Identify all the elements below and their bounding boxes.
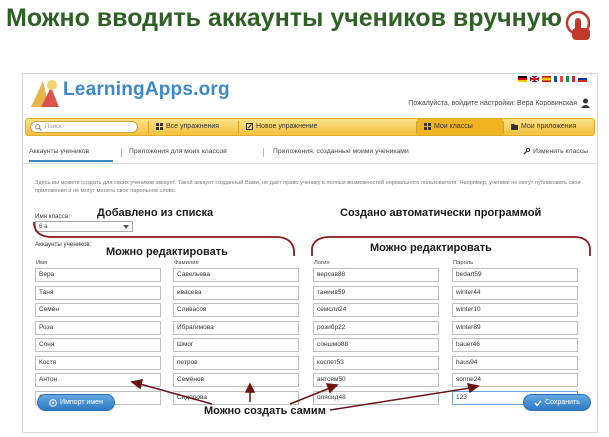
- grid-icon: [156, 123, 163, 130]
- touch-icon: [565, 10, 591, 40]
- search-icon: [35, 124, 42, 131]
- class-tabs: Аккаунты учеников Приложения для моих кл…: [25, 146, 595, 162]
- flag-icon[interactable]: [530, 76, 539, 82]
- slide-title: Можно вводить аккаунты учеников вручную: [6, 4, 562, 32]
- last-name-field[interactable]: Савельева: [173, 268, 299, 282]
- annotation-editable-left: Можно редактировать: [106, 246, 228, 258]
- last-name-field[interactable]: Семёнов: [173, 373, 299, 387]
- flag-icon[interactable]: [542, 76, 551, 82]
- first-name-field[interactable]: Антон: [35, 373, 161, 387]
- grid-icon: [424, 123, 431, 130]
- password-field[interactable]: bedart59: [452, 268, 578, 282]
- nav-my-apps-label: Мои приложения: [521, 123, 577, 130]
- annotation-auto-created: Создано автоматически программой: [340, 207, 542, 219]
- first-name-field[interactable]: Таня: [35, 285, 161, 300]
- logo-text[interactable]: LearningApps.org: [63, 79, 230, 101]
- column-header-last-name: Фамилия: [174, 260, 199, 266]
- last-name-field[interactable]: Сливасов: [173, 303, 299, 317]
- user-status[interactable]: Пожалуйста, войдите настройки: Вера Коро…: [408, 100, 577, 107]
- flag-icon[interactable]: [566, 76, 575, 82]
- login-field[interactable]: соншмо88: [313, 338, 439, 352]
- column-header-login: Логин: [314, 260, 330, 266]
- password-field[interactable]: bauer46: [452, 338, 578, 352]
- login-field[interactable]: антсем50: [313, 373, 439, 387]
- tab-apps-by-students[interactable]: Приложения, созданные моими учениками: [273, 148, 409, 155]
- import-names-label: Импорт имен: [60, 399, 103, 406]
- save-button[interactable]: Сохранить: [523, 394, 591, 411]
- annotation-added-from-list: Добавлено из списка: [97, 207, 214, 219]
- class-name-label: Имя класса:: [35, 213, 70, 220]
- last-name-field[interactable]: Шмог: [173, 338, 299, 352]
- flag-icon[interactable]: [518, 76, 527, 82]
- login-field[interactable]: коспет53: [313, 355, 439, 370]
- check-icon: [534, 399, 542, 406]
- edit-classes-label: Изменить классы: [533, 148, 589, 155]
- user-icon[interactable]: [581, 98, 590, 108]
- password-field[interactable]: winter44: [452, 285, 578, 300]
- column-header-first-name: Имя: [36, 260, 48, 266]
- nav-my-apps[interactable]: Мои приложения: [511, 123, 576, 130]
- password-field[interactable]: haus94: [452, 355, 578, 370]
- logo-icon: [31, 80, 59, 107]
- login-field[interactable]: таниив59: [313, 285, 439, 300]
- edit-icon: [246, 123, 253, 130]
- first-name-field[interactable]: Соня: [35, 338, 161, 352]
- last-name-field[interactable]: Ибрагимова: [173, 320, 299, 335]
- password-field[interactable]: sonne24: [452, 373, 578, 387]
- login-field[interactable]: олясид48: [313, 390, 439, 405]
- import-names-button[interactable]: Импорт имен: [37, 394, 115, 411]
- main-navbar: Поиск Все упражнения Новое упражнение Мо…: [25, 118, 595, 136]
- flag-icon[interactable]: [578, 76, 587, 82]
- nav-my-classes[interactable]: Мои классы: [424, 123, 473, 130]
- language-flags[interactable]: [518, 76, 587, 82]
- tab-active-indicator: [29, 160, 113, 162]
- nav-all-apps-label: Все упражнения: [166, 123, 220, 130]
- annotation-create-yourself: Можно создать самим: [204, 405, 326, 417]
- search-input[interactable]: Поиск: [30, 121, 138, 133]
- login-field[interactable]: розибр22: [313, 320, 439, 335]
- nav-new-app[interactable]: Новое упражнение: [246, 123, 318, 130]
- accounts-label: Аккаунты учеников:: [35, 241, 92, 248]
- nav-all-apps[interactable]: Все упражнения: [156, 123, 219, 130]
- login-field[interactable]: версав88: [313, 268, 439, 282]
- flag-icon[interactable]: [554, 76, 563, 82]
- annotation-editable-right: Можно редактировать: [370, 242, 492, 254]
- tab-student-accounts[interactable]: Аккаунты учеников: [29, 148, 89, 155]
- password-field[interactable]: winter89: [452, 320, 578, 335]
- wrench-icon: [523, 148, 530, 155]
- class-select-value: 6 а: [39, 223, 48, 230]
- first-name-field[interactable]: Вера: [35, 268, 161, 282]
- folder-icon: [511, 124, 518, 130]
- nav-my-classes-label: Мои классы: [434, 123, 473, 130]
- first-name-field[interactable]: Роза: [35, 320, 161, 335]
- password-field[interactable]: winter10: [452, 303, 578, 317]
- chevron-down-icon: [123, 225, 129, 229]
- tab-apps-for-classes[interactable]: Приложения для моих классов: [129, 148, 227, 155]
- import-icon: [49, 398, 57, 407]
- first-name-field[interactable]: Костя: [35, 355, 161, 370]
- login-field[interactable]: семсли24: [313, 303, 439, 317]
- nav-new-app-label: Новое упражнение: [256, 123, 318, 130]
- last-name-field[interactable]: ивасева: [173, 285, 299, 300]
- edit-classes-link[interactable]: Изменить классы: [523, 148, 588, 155]
- save-label: Сохранить: [545, 399, 580, 406]
- class-select[interactable]: 6 а: [35, 221, 133, 232]
- first-name-field[interactable]: Семён: [35, 303, 161, 317]
- description-text: Здесь вы можете создать для своих ученик…: [35, 180, 581, 194]
- column-header-password: Пароль: [453, 260, 474, 266]
- last-name-field[interactable]: петров: [173, 355, 299, 370]
- last-name-field[interactable]: Сидорова: [173, 390, 299, 405]
